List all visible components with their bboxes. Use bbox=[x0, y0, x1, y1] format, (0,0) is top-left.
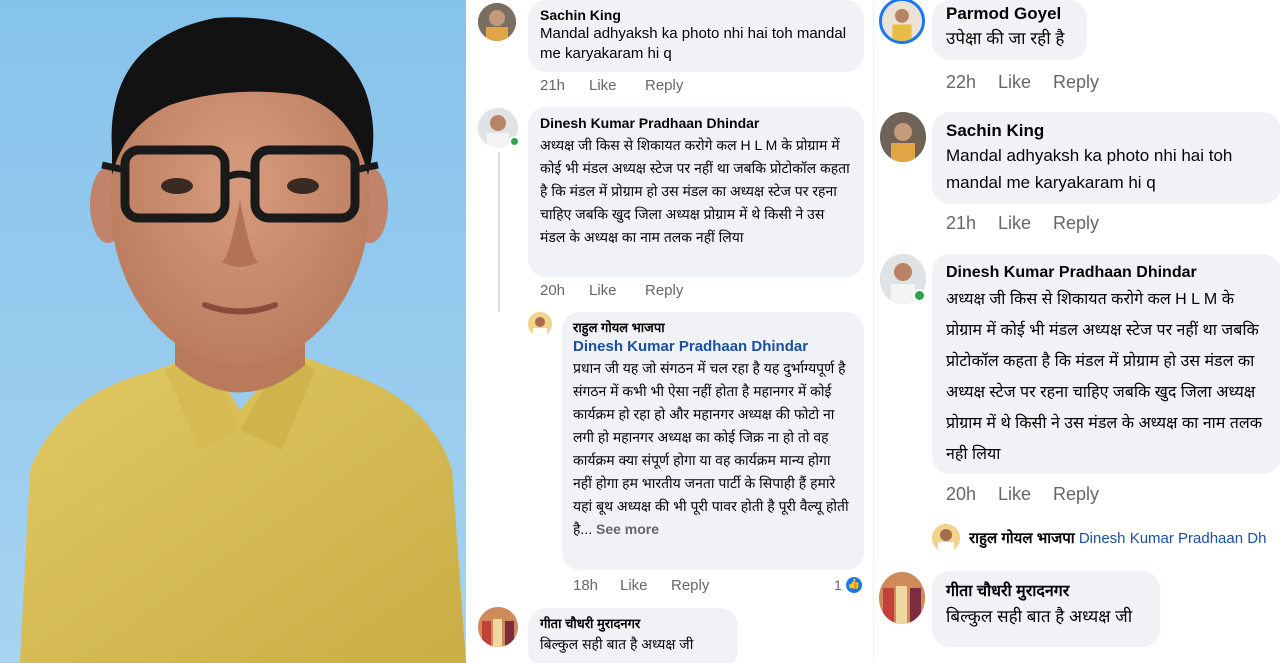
reply-link[interactable]: Reply bbox=[1053, 72, 1099, 93]
comment-time: 22h bbox=[946, 72, 977, 92]
comment-time: 20h bbox=[540, 282, 566, 299]
comment-author[interactable]: Dinesh Kumar Pradhaan Dhindar bbox=[540, 114, 852, 132]
comment-text: अध्यक्ष जी किस से शिकायत करोगे कल H L M … bbox=[540, 137, 850, 245]
comment-text: Mandal adhyaksh ka photo nhi hai toh man… bbox=[540, 25, 847, 62]
reaction-count[interactable]: 1 👍 bbox=[834, 577, 862, 593]
like-reaction-icon: 👍 bbox=[845, 577, 862, 593]
comment-text: प्रधान जी यह जो संगठन में चल रहा है यह द… bbox=[573, 360, 849, 537]
comment-bubble: Dinesh Kumar Pradhaan Dhindar अध्यक्ष जी… bbox=[528, 107, 864, 277]
comment-body: प्रधान जी यह जो संगठन में चल रहा है यह द… bbox=[573, 360, 849, 537]
like-link[interactable]: Like bbox=[998, 213, 1053, 234]
reply-thread-line bbox=[498, 152, 500, 312]
like-link[interactable]: Like bbox=[998, 72, 1053, 93]
online-status-icon bbox=[509, 136, 520, 147]
reply-link[interactable]: Reply bbox=[645, 77, 683, 94]
comment-text: अध्यक्ष जी किस से शिकायत करोगे कल H L M … bbox=[946, 291, 1263, 463]
comment-bubble: राहुल गोयल भाजपा Dinesh Kumar Pradhaan D… bbox=[562, 312, 864, 570]
avatar[interactable] bbox=[932, 524, 960, 552]
collapsed-reply-rahul[interactable]: राहुल गोयल भाजपा Dinesh Kumar Pradhaan D… bbox=[874, 522, 1280, 556]
comment-actions: 21h Like Reply bbox=[540, 77, 683, 94]
comment-geeta: गीता चौधरी मुरादनगर बिल्कुल सही बात है अ… bbox=[874, 568, 1280, 663]
avatar[interactable] bbox=[528, 312, 552, 336]
comments-panel-right: Parmod Goyel उपेक्षा की जा रही है 22h Li… bbox=[873, 0, 1280, 663]
comment-sachin-king: Sachin King Mandal adhyaksh ka photo nhi… bbox=[874, 110, 1280, 245]
like-link[interactable]: Like bbox=[589, 282, 645, 299]
portrait-photo bbox=[0, 0, 466, 663]
mention-tag[interactable]: Dinesh Kumar Pradhaan Dh bbox=[1079, 530, 1267, 547]
avatar[interactable] bbox=[879, 572, 925, 624]
avatar[interactable] bbox=[880, 112, 926, 162]
comment-text: उपेक्षा की जा रही है bbox=[946, 29, 1065, 48]
comment-bubble: गीता चौधरी मुरादनगर बिल्कुल सही बात है अ… bbox=[528, 608, 738, 663]
avatar[interactable] bbox=[879, 0, 925, 44]
like-link[interactable]: Like bbox=[589, 77, 645, 94]
comment-bubble: Sachin King Mandal adhyaksh ka photo nhi… bbox=[528, 0, 864, 72]
avatar[interactable] bbox=[478, 3, 516, 41]
comment-text: बिल्कुल सही बात है अध्यक्ष जी bbox=[540, 636, 694, 652]
comment-text: बिल्कुल सही बात है अध्यक्ष जी bbox=[946, 607, 1133, 626]
comment-author[interactable]: Dinesh Kumar Pradhaan Dhindar bbox=[946, 262, 1267, 284]
comment-dinesh: Dinesh Kumar Pradhaan Dhindar अध्यक्ष जी… bbox=[874, 252, 1280, 517]
comment-author[interactable]: राहुल गोयल भाजपा bbox=[573, 319, 853, 337]
comment-author[interactable]: Sachin King bbox=[946, 120, 1267, 142]
comment-author[interactable]: राहुल गोयल भाजपा bbox=[969, 530, 1075, 547]
comment-bubble: गीता चौधरी मुरादनगर बिल्कुल सही बात है अ… bbox=[932, 571, 1160, 647]
comment-geeta: गीता चौधरी मुरादनगर बिल्कुल सही बात है अ… bbox=[466, 605, 873, 663]
comment-actions: 20h Like Reply bbox=[540, 282, 683, 299]
reply-link[interactable]: Reply bbox=[1053, 213, 1099, 234]
reply-link[interactable]: Reply bbox=[645, 282, 683, 299]
comment-dinesh: Dinesh Kumar Pradhaan Dhindar अध्यक्ष जी… bbox=[466, 105, 873, 305]
comment-author[interactable]: Sachin King bbox=[540, 6, 852, 24]
online-status-icon bbox=[913, 289, 926, 302]
comment-time: 20h bbox=[946, 484, 977, 504]
comment-bubble: Parmod Goyel उपेक्षा की जा रही है bbox=[932, 0, 1087, 60]
comment-bubble: Sachin King Mandal adhyaksh ka photo nhi… bbox=[932, 112, 1280, 204]
man-portrait-image bbox=[0, 0, 466, 663]
avatar[interactable] bbox=[478, 607, 518, 647]
comment-author[interactable]: गीता चौधरी मुरादनगर bbox=[540, 615, 726, 633]
mention-tag[interactable]: Dinesh Kumar Pradhaan Dhindar bbox=[573, 337, 853, 357]
comment-author[interactable]: गीता चौधरी मुरादनगर bbox=[946, 581, 1146, 603]
comment-actions: 20h Like Reply bbox=[946, 484, 1099, 505]
comment-actions: 18h Like Reply bbox=[573, 577, 709, 594]
reply-link[interactable]: Reply bbox=[671, 577, 709, 594]
reply-link[interactable]: Reply bbox=[1053, 484, 1099, 505]
comment-bubble: Dinesh Kumar Pradhaan Dhindar अध्यक्ष जी… bbox=[932, 254, 1280, 474]
comments-panel-left: Sachin King Mandal adhyaksh ka photo nhi… bbox=[466, 0, 873, 663]
comment-actions: 22h Like Reply bbox=[946, 72, 1099, 93]
reply-rahul-goyal: राहुल गोयल भाजपा Dinesh Kumar Pradhaan D… bbox=[466, 310, 873, 600]
like-link[interactable]: Like bbox=[998, 484, 1053, 505]
comment-time: 21h bbox=[540, 77, 566, 94]
comment-sachin-king: Sachin King Mandal adhyaksh ka photo nhi… bbox=[466, 0, 873, 100]
reaction-number: 1 bbox=[834, 577, 842, 593]
comment-actions: 21h Like Reply bbox=[946, 213, 1099, 234]
comment-text: Mandal adhyaksh ka photo nhi hai toh man… bbox=[946, 146, 1233, 192]
comment-author[interactable]: Parmod Goyel bbox=[946, 2, 1073, 26]
comment-time: 18h bbox=[573, 577, 599, 594]
see-more-link[interactable]: See more bbox=[596, 521, 659, 537]
like-link[interactable]: Like bbox=[620, 577, 671, 594]
comment-time: 21h bbox=[946, 213, 977, 233]
comment-parmod-goyel: Parmod Goyel उपेक्षा की जा रही है 22h Li… bbox=[874, 0, 1280, 105]
reply-preview: राहुल गोयल भाजपा Dinesh Kumar Pradhaan D… bbox=[969, 528, 1280, 550]
